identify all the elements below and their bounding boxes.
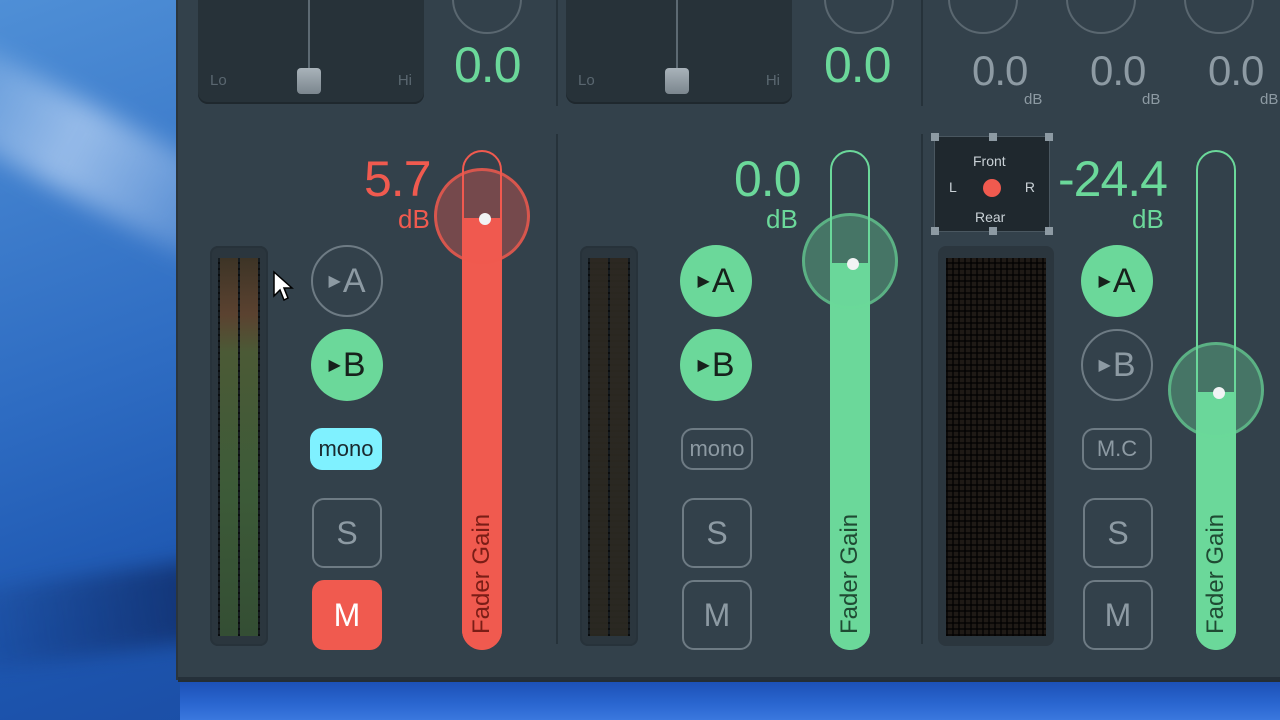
eq-slider-ch1[interactable]: Lo Hi	[198, 0, 424, 104]
mono-button-ch2[interactable]: mono	[681, 428, 753, 470]
top-knob-ch2[interactable]	[824, 0, 894, 34]
eq-thumb[interactable]	[297, 68, 321, 94]
gain-unit-ch1: dB	[398, 204, 430, 234]
fader-knob-ch1[interactable]	[434, 168, 530, 265]
solo-button-ch2[interactable]: S	[682, 498, 752, 568]
channel-divider	[921, 134, 923, 644]
top-unit-2-ch3: dB	[1142, 91, 1161, 108]
mono-button-ch1[interactable]: mono	[310, 428, 382, 470]
bus-b-button-ch3[interactable]: ▶ B	[1081, 329, 1153, 401]
panner-right-label: R	[1024, 179, 1035, 195]
play-triangle-icon: ▶	[697, 357, 710, 374]
channel-divider	[556, 0, 558, 106]
fader-knob-ch3[interactable]	[1168, 342, 1264, 439]
bus-a-button-ch3[interactable]: ▶ A	[1081, 245, 1153, 317]
panner-front-label: Front	[973, 153, 1006, 169]
play-triangle-icon: ▶	[697, 273, 710, 290]
panner-handle[interactable]	[931, 133, 939, 141]
top-knob-2-ch3[interactable]	[1066, 0, 1136, 34]
eq-lo-label: Lo	[210, 72, 227, 89]
top-value-3-ch3: 0.0	[1208, 47, 1264, 94]
play-triangle-icon: ▶	[328, 357, 341, 374]
gain-value-ch1: 5.7	[364, 151, 432, 207]
bus-b-button-ch1[interactable]: ▶ B	[311, 329, 383, 401]
eq-slider-ch2[interactable]: Lo Hi	[566, 0, 792, 104]
level-meter-ch1	[210, 246, 268, 646]
mute-button-ch2[interactable]: M	[682, 580, 752, 650]
mute-button-ch1[interactable]: M	[312, 580, 382, 650]
eq-hi-label: Hi	[765, 72, 780, 89]
top-knob-ch1[interactable]	[452, 0, 522, 34]
eq-track	[676, 0, 678, 70]
top-unit-1-ch3: dB	[1024, 91, 1043, 108]
top-value-ch1: 0.0	[454, 37, 522, 93]
top-knob-3-ch3[interactable]	[1184, 0, 1254, 34]
eq-track	[308, 0, 310, 70]
panner-handle[interactable]	[1045, 133, 1053, 141]
eq-hi-label: Hi	[397, 72, 412, 89]
top-value-1-ch3: 0.0	[972, 47, 1028, 94]
mute-button-ch3[interactable]: M	[1083, 580, 1153, 650]
panner-handle[interactable]	[989, 227, 997, 235]
bus-b-button-ch2[interactable]: ▶ B	[680, 329, 752, 401]
gain-value-ch3: -24.4	[1058, 151, 1168, 207]
bus-a-button-ch2[interactable]: ▶ A	[680, 245, 752, 317]
mixer-window: Lo Hi 0.0 5.7 dB ▶ A ▶ B mono S M Fader Ga…	[178, 0, 1280, 680]
mouse-cursor-icon	[273, 270, 294, 302]
eq-thumb[interactable]	[665, 68, 689, 94]
play-triangle-icon: ▶	[1098, 273, 1111, 290]
surround-panner[interactable]: Front Rear L R	[931, 133, 1053, 235]
mixer-bottom-edge	[178, 677, 1280, 680]
fader-label: Fader Gain	[468, 513, 495, 634]
play-triangle-icon: ▶	[328, 273, 341, 290]
gain-value-ch2: 0.0	[734, 151, 802, 207]
panner-left-label: L	[949, 179, 957, 195]
panner-handle[interactable]	[989, 133, 997, 141]
top-value-ch2: 0.0	[824, 37, 892, 93]
fader-label: Fader Gain	[836, 513, 863, 634]
multichannel-button-ch3[interactable]: M.C	[1082, 428, 1152, 470]
wallpaper-strip	[180, 680, 1280, 720]
play-triangle-icon: ▶	[1098, 357, 1111, 374]
level-meter-ch2	[580, 246, 638, 646]
level-meter-ch3	[938, 246, 1054, 646]
panner-rear-label: Rear	[975, 209, 1006, 225]
eq-lo-label: Lo	[578, 72, 595, 89]
fader-label: Fader Gain	[1202, 513, 1229, 634]
panner-handle[interactable]	[931, 227, 939, 235]
fader-knob-ch2[interactable]	[802, 213, 898, 310]
channel-divider	[921, 0, 923, 106]
solo-button-ch1[interactable]: S	[312, 498, 382, 568]
bus-a-button-ch1[interactable]: ▶ A	[311, 245, 383, 317]
panner-position-dot[interactable]	[983, 179, 1001, 197]
top-knob-1-ch3[interactable]	[948, 0, 1018, 34]
solo-button-ch3[interactable]: S	[1083, 498, 1153, 568]
gain-unit-ch2: dB	[766, 204, 798, 234]
top-value-2-ch3: 0.0	[1090, 47, 1146, 94]
panner-handle[interactable]	[1045, 227, 1053, 235]
top-unit-3-ch3: dB	[1260, 91, 1279, 108]
gain-unit-ch3: dB	[1132, 204, 1164, 234]
channel-divider	[556, 134, 558, 644]
